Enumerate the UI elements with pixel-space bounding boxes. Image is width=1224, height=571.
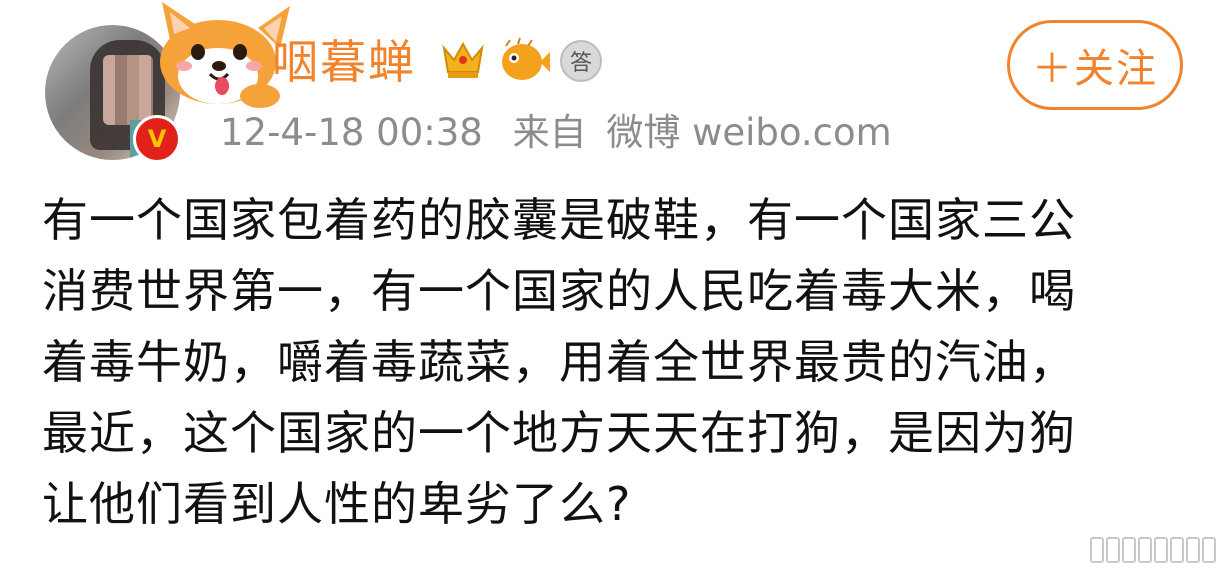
post-timestamp[interactable]: 12-4-18 00:38 [220, 111, 483, 154]
post-line: 着毒牛奶，嚼着毒蔬菜，用着全世界最贵的汽油， [42, 335, 1076, 389]
post-line: 消费世界第一，有一个国家的人民吃着毒大米，喝 [42, 264, 1076, 318]
watermark [1090, 537, 1216, 563]
username[interactable]: 咽暮蝉 [272, 30, 416, 94]
vip-badge-icon: V [133, 115, 181, 163]
follow-button[interactable]: ＋关注 [1007, 20, 1183, 110]
post-line: 最近，这个国家的一个地方天天在打狗，是因为狗 [42, 406, 1076, 460]
post-body: 有一个国家包着药的胶囊是破鞋，有一个国家三公 消费世界第一，有一个国家的人民吃着… [42, 185, 1192, 540]
post-source-name[interactable]: 微博 weibo.com [606, 111, 891, 154]
post-line: 让他们看到人性的卑劣了么? [42, 477, 632, 531]
answer-badge-icon[interactable]: 答 [560, 40, 602, 82]
post-meta: 12-4-18 00:38 来自 微博 weibo.com [220, 105, 910, 161]
post-line: 有一个国家包着药的胶囊是破鞋，有一个国家三公 [42, 193, 1076, 247]
gold-crown-badge-icon[interactable] [440, 38, 486, 84]
pufferfish-badge-icon[interactable] [496, 36, 550, 86]
post-source-prefix: 来自 [512, 111, 587, 154]
user-badges: 答 [440, 36, 602, 86]
